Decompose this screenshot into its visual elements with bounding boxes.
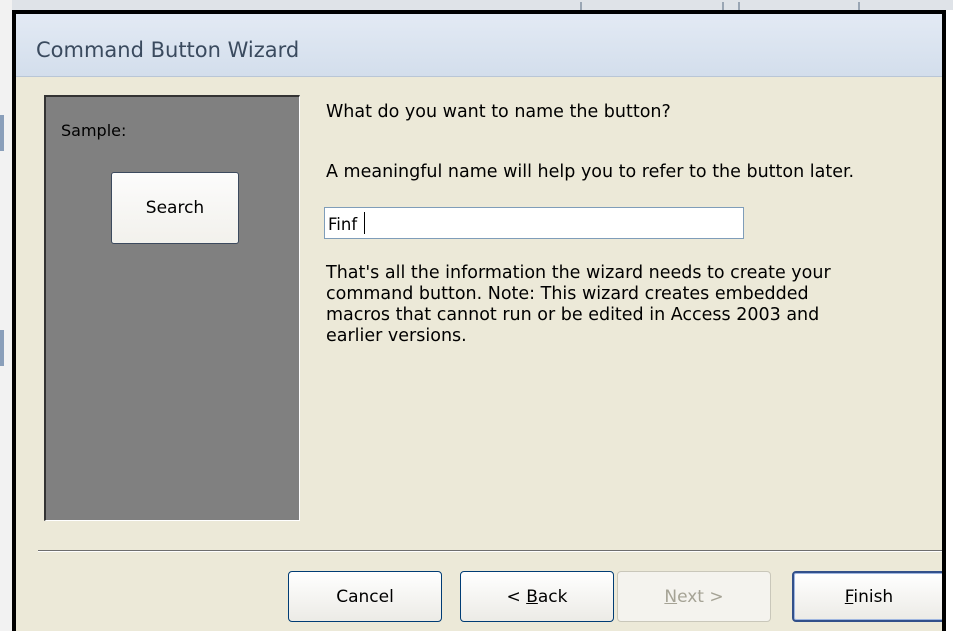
back-button-rest: ack (537, 586, 568, 607)
background-window-strip (0, 0, 953, 10)
next-button-accel: N (664, 586, 678, 607)
background-mark (0, 115, 4, 151)
command-button-wizard-dialog: Command Button Wizard Sample: Search Wha… (12, 10, 946, 631)
back-button[interactable]: < Back (460, 571, 614, 622)
dialog-title: Command Button Wizard (36, 38, 300, 62)
hint-text: A meaningful name will help you to refer… (326, 162, 855, 182)
finish-button[interactable]: Finish (792, 571, 942, 622)
next-button-rest: ext > (677, 586, 724, 607)
cancel-button[interactable]: Cancel (288, 571, 442, 622)
button-name-input[interactable] (324, 207, 744, 239)
question-text: What do you want to name the button? (326, 102, 671, 122)
title-bar[interactable]: Command Button Wizard (16, 14, 942, 77)
background-window-edge (0, 0, 12, 631)
background-tick (738, 2, 740, 10)
sample-preview-button: Search (111, 172, 239, 244)
sample-panel: Sample: Search (44, 95, 300, 521)
finish-button-label: Finish (845, 587, 893, 607)
info-line: That's all the information the wizard ne… (326, 263, 831, 283)
text-caret (364, 212, 365, 234)
background-mark (0, 330, 4, 366)
sample-label: Sample: (61, 121, 127, 140)
finish-button-rest: inish (853, 586, 894, 607)
screen: Command Button Wizard Sample: Search Wha… (0, 0, 953, 631)
back-button-label: < Back (507, 587, 568, 607)
info-text: That's all the information the wizard ne… (326, 263, 886, 347)
footer-divider (38, 550, 942, 552)
background-tick (722, 2, 724, 10)
dialog-body: Sample: Search What do you want to name … (16, 77, 942, 631)
back-button-prefix: < (506, 586, 527, 607)
back-button-accel: B (526, 586, 538, 607)
background-tick (580, 2, 582, 10)
cancel-button-label: Cancel (336, 586, 394, 607)
info-line: command button. Note: This wizard create… (326, 284, 809, 304)
info-line: macros that cannot run or be edited in A… (326, 305, 820, 325)
next-button[interactable]: Next > (617, 571, 771, 622)
next-button-label: Next > (664, 587, 723, 607)
background-tick (858, 2, 860, 10)
info-line: earlier versions. (326, 326, 467, 346)
